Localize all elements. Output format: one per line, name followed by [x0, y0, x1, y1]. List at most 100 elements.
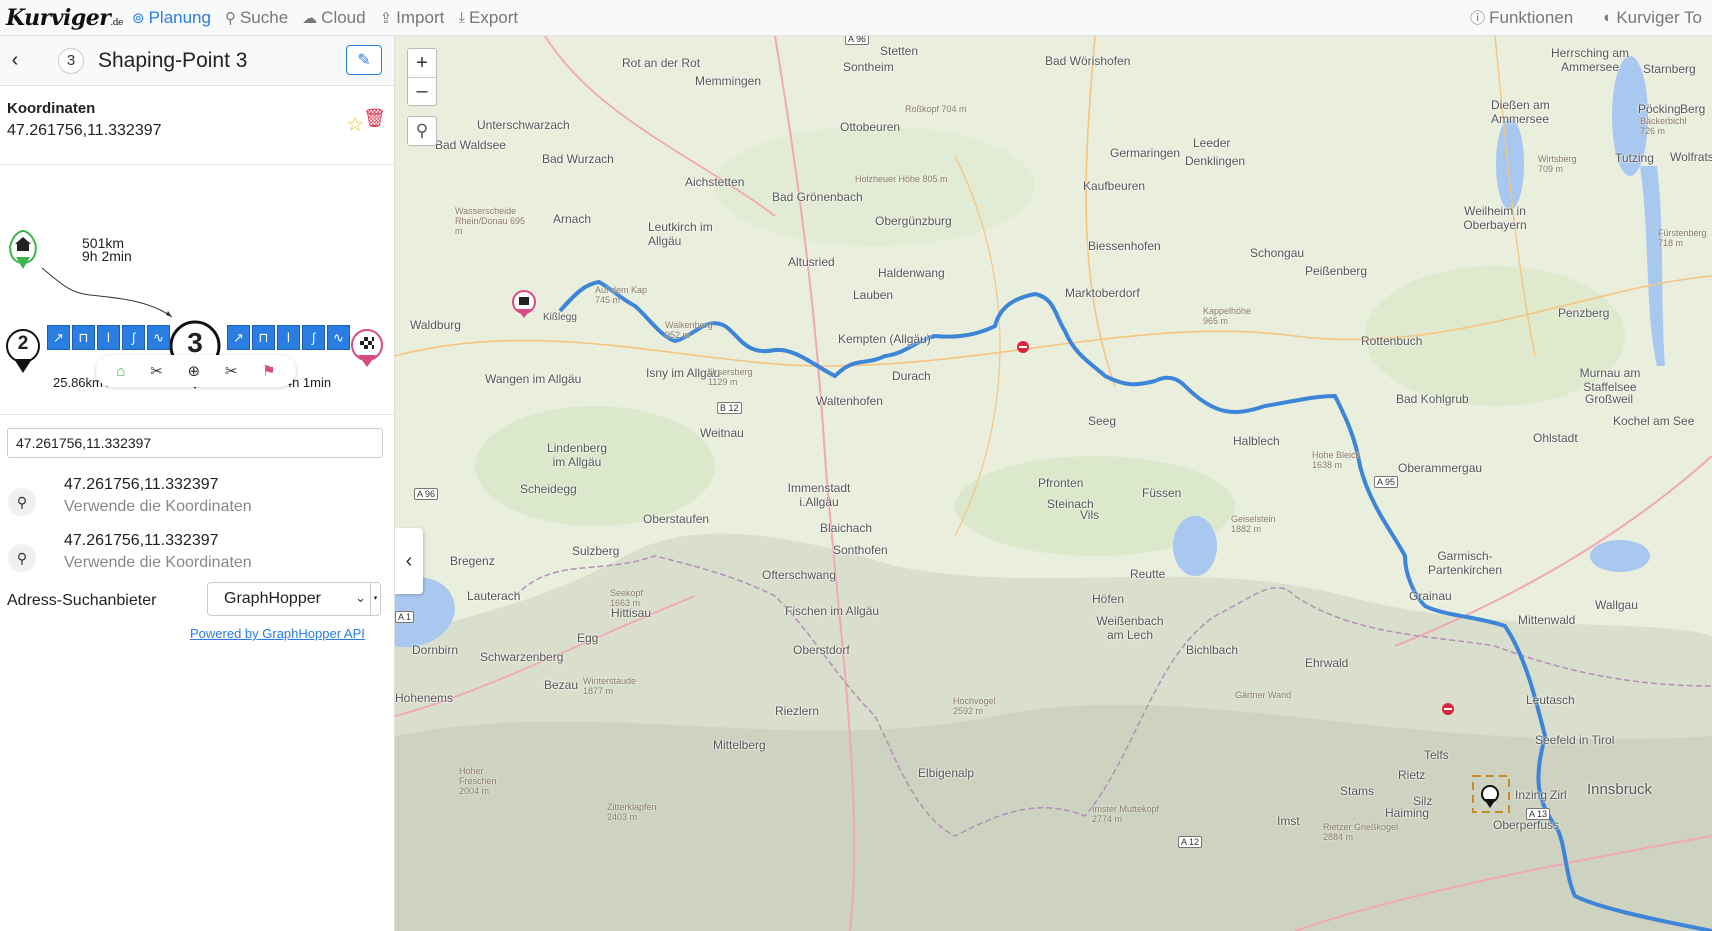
nav-funktionen[interactable]: ⓘ Funktionen	[1470, 7, 1573, 28]
place-reutte: Reutte	[1130, 567, 1166, 581]
place-wolfratshausen: Wolfratshau	[1670, 150, 1712, 164]
place-stetten: Stetten	[880, 44, 919, 58]
curvy-route-icon[interactable]: ∫	[302, 325, 325, 350]
home-icon[interactable]: ⌂	[116, 363, 125, 380]
extra-curvy-route-icon[interactable]: ∿	[147, 325, 170, 350]
edit-button[interactable]: ✎	[346, 45, 382, 75]
road-label-a12: A 12	[1178, 836, 1203, 848]
scissors-icon[interactable]: ✂	[225, 362, 238, 380]
location-pin-icon: ⚲	[415, 121, 429, 140]
nav-suche-label: Suche	[239, 7, 289, 27]
provider-select[interactable]: GraphHopper ⌄ ▾	[207, 582, 381, 616]
extra-curvy-route-icon[interactable]: ∿	[327, 325, 350, 350]
nav-export[interactable]: ⤓ Export	[458, 8, 518, 28]
finish-marker[interactable]	[351, 329, 383, 367]
place-fischen: Fischen im Allgäu	[785, 604, 880, 618]
dropdown-toggle-icon[interactable]: ▾	[370, 583, 380, 615]
kurviger-logo[interactable]: Kurviger.de	[6, 5, 123, 31]
place-bregenz: Bregenz	[450, 554, 495, 568]
fastest-route-icon[interactable]: ↗	[227, 325, 250, 350]
result-coords: 47.261756,11.332397	[64, 532, 219, 549]
search-result[interactable]: ⚲ 47.261756,11.332397 Verwende die Koord…	[0, 476, 395, 526]
flag-icon[interactable]: ⚑	[262, 362, 275, 380]
zoom-icon[interactable]: ⊕	[188, 362, 201, 380]
place-scheidegg: Scheidegg	[520, 482, 577, 496]
waypoint-2-label: 2	[17, 333, 29, 354]
nav-cloud-label: Cloud	[321, 7, 366, 27]
avoid-highway-icon[interactable]: ⊓	[252, 325, 275, 350]
shortest-route-icon[interactable]: ǀ	[97, 325, 120, 350]
place-immenstadt: Immenstadt i.Allgäu	[787, 481, 851, 509]
place-sonthofen: Sonthofen	[833, 543, 888, 557]
place-stams: Stams	[1340, 784, 1375, 798]
zoom-out-button[interactable]: –	[408, 77, 436, 105]
place-halblech: Halblech	[1233, 434, 1280, 448]
nav-kurviger-tour-label: Kurviger To	[1616, 7, 1702, 27]
place-oberstdorf: Oberstdorf	[793, 643, 850, 657]
place-ottobeuren: Ottobeuren	[840, 120, 901, 134]
prev-segment-options: ↗ ⊓ ǀ ∫ ∿	[47, 325, 170, 350]
locate-button[interactable]: ⚲	[407, 116, 437, 146]
coordinates-value: 47.261756,11.332397	[7, 122, 162, 139]
place-schwarzenberg: Schwarzenberg	[480, 650, 564, 664]
home-marker[interactable]	[9, 229, 37, 269]
place-herrsching: Herrsching am Ammersee	[1550, 46, 1630, 74]
nav-import[interactable]: ⇪ Import	[380, 8, 445, 28]
zoom-in-button[interactable]: +	[408, 49, 436, 77]
place-peissenberg: Peißenberg	[1305, 264, 1368, 278]
trash-icon[interactable]: 🗑	[363, 108, 386, 129]
place-bad-wurzach: Bad Wurzach	[542, 152, 614, 166]
place-telfs: Telfs	[1424, 748, 1449, 762]
star-icon[interactable]: ☆	[346, 112, 364, 137]
scissors-icon[interactable]: ✂	[150, 362, 163, 380]
place-lindenberg: Lindenberg im Allgäu	[546, 441, 608, 469]
place-kisslegg: Kißlegg	[543, 312, 577, 323]
place-seefeld: Seefeld in Tirol	[1535, 733, 1615, 747]
avoid-highway-icon[interactable]: ⊓	[72, 325, 95, 350]
search-result[interactable]: ⚲ 47.261756,11.332397 Verwende die Koord…	[0, 532, 395, 582]
place-dornbirn: Dornbirn	[412, 643, 459, 657]
place-seeg: Seeg	[1088, 414, 1117, 428]
coordinates-label: Koordinaten	[7, 100, 96, 117]
peak-rietzer-griesskogel: Rietzer Grießkogel 2884 m	[1323, 822, 1399, 842]
nav-cloud[interactable]: ☁ Cloud	[302, 8, 365, 28]
nav-planung[interactable]: ⊚ Planung	[132, 8, 211, 28]
curvy-route-icon[interactable]: ∫	[122, 325, 145, 350]
nav-export-label: Export	[469, 7, 519, 27]
nav-import-label: Import	[396, 7, 445, 27]
powered-by-link[interactable]: Powered by GraphHopper API	[190, 626, 365, 641]
map-view[interactable]: A 96 B 12 A 96 A 95 A 1 A 12 A 13 Memmin…	[395, 36, 1712, 931]
compass-icon: ⊚	[132, 9, 145, 27]
road-label-a96-2: A 96	[414, 488, 439, 500]
place-ehrwald: Ehrwald	[1305, 656, 1349, 670]
nav-kurviger-tour[interactable]: ◐ Kurviger To	[1603, 7, 1702, 28]
place-grainau: Grainau	[1409, 589, 1452, 603]
place-germaringen: Germaringen	[1110, 146, 1181, 160]
fastest-route-icon[interactable]: ↗	[47, 325, 70, 350]
waypoint-header: ‹ 3 Shaping-Point 3 ✎	[0, 36, 394, 86]
place-diessen: Dießen am Ammersee	[1491, 98, 1550, 126]
place-lauterach: Lauterach	[467, 589, 521, 603]
place-poecking: Pöcking	[1638, 102, 1681, 116]
place-kochel: Kochel am See	[1613, 414, 1695, 428]
map-pin-icon: ⚲	[8, 488, 36, 516]
shortest-route-icon[interactable]: ǀ	[277, 325, 300, 350]
collapse-sidebar-button[interactable]: ‹	[395, 528, 423, 594]
back-button[interactable]: ‹	[0, 49, 30, 72]
peak-wirtsberg: Wirtsberg 709 m	[1538, 154, 1577, 174]
peak-auf-dem-kap: Auf dem Kap 745 m	[595, 285, 648, 305]
upload-icon: ⇪	[379, 9, 393, 27]
place-weilheim: Weilheim in Oberbayern	[1463, 204, 1527, 232]
place-vils: Vils	[1080, 508, 1100, 522]
nav-suche[interactable]: ⚲ Suche	[225, 8, 288, 28]
total-distance-time: 9h 2min	[82, 248, 132, 264]
logo-suffix: .de	[110, 17, 123, 28]
kurviger-icon: ◐	[1603, 9, 1613, 26]
nav-planung-label: Planung	[148, 7, 211, 27]
route-overview: 501km 9h 2min 2 3 ↗ ⊓ ǀ ∫ ∿ 25.86km / 33…	[0, 165, 394, 415]
place-mittenwald: Mittenwald	[1518, 613, 1576, 627]
peak-baeckerbichl: Bäckerbichl 726 m	[1640, 116, 1687, 136]
nav-right: ⓘ Funktionen ◐ Kurviger To	[1456, 7, 1712, 28]
search-input[interactable]	[7, 428, 383, 458]
place-memmingen: Memmingen	[695, 74, 762, 88]
